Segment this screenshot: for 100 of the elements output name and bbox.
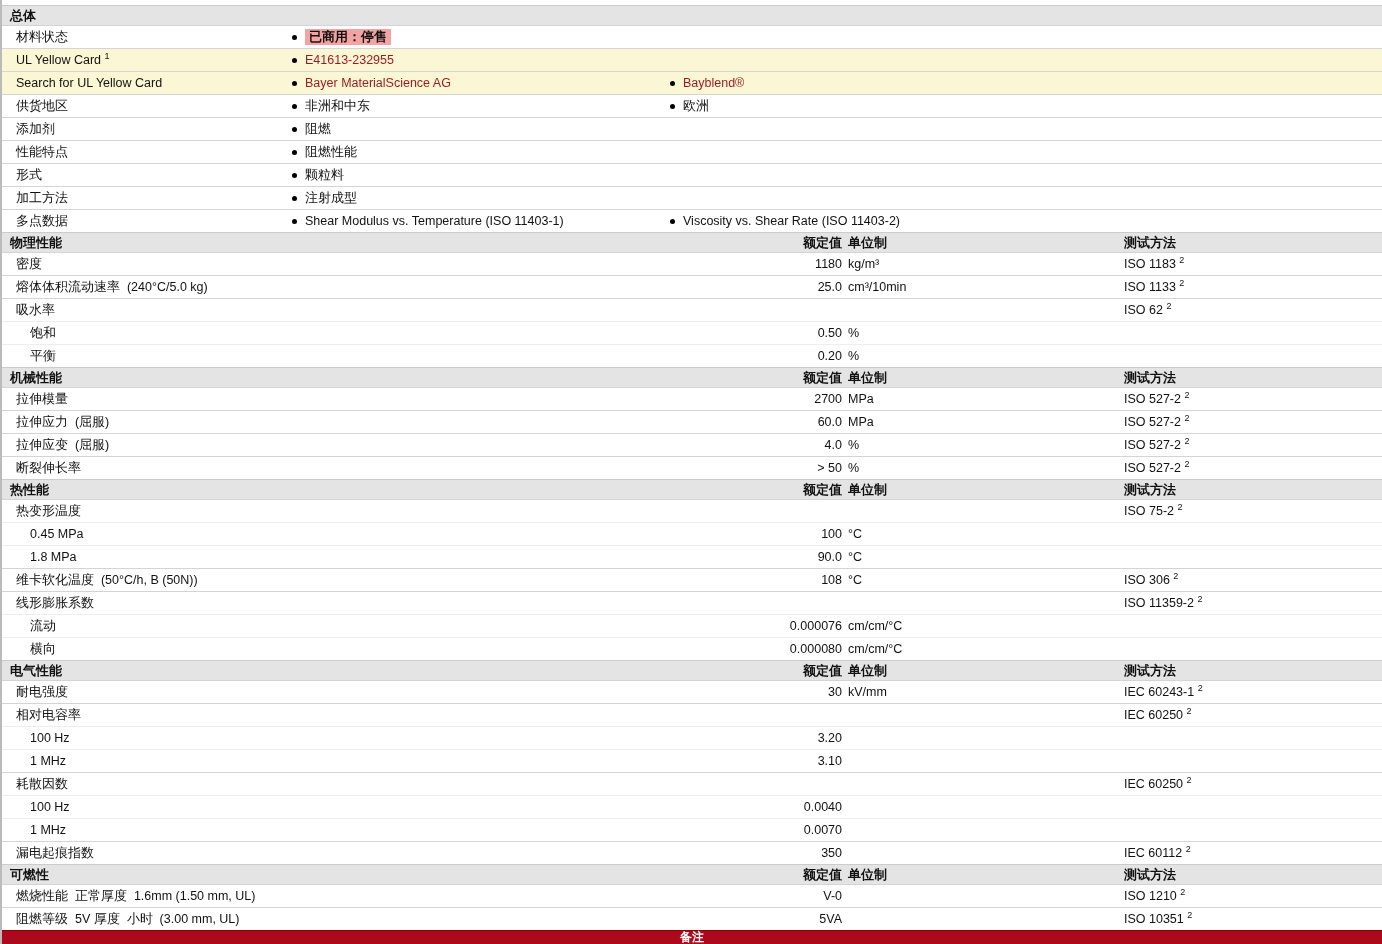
- property-label: 横向: [30, 642, 56, 656]
- test-method: ISO 1133 $^{2}$: [1124, 280, 1185, 294]
- property-label: 多点数据: [16, 214, 68, 228]
- status-tag: 已商用：停售: [305, 29, 391, 45]
- section-title: 电气性能: [10, 664, 62, 678]
- unit-cell: cm/cm/°C: [848, 642, 903, 656]
- value-cell: 100: [821, 527, 842, 541]
- test-method: IEC 60250 $^{2}$: [1124, 708, 1192, 722]
- value-cell: 2700: [814, 392, 842, 406]
- property-label: 1 MHz: [30, 823, 67, 837]
- column-header: 额定值: [803, 483, 842, 497]
- section-title: 可燃性: [10, 868, 49, 882]
- unit-cell: %: [848, 349, 860, 363]
- property-label: 密度: [16, 257, 42, 271]
- value-cell: 3.20: [817, 731, 842, 745]
- unit-cell: °C: [848, 573, 863, 587]
- unit-cell: MPa: [848, 392, 874, 406]
- bullet-icon: [670, 103, 675, 109]
- bullet-icon: [292, 57, 297, 63]
- property-value: 非洲和中东: [305, 98, 370, 115]
- bullet-icon: [292, 149, 297, 155]
- bullet-icon: [292, 218, 297, 224]
- column-header: 测试方法: [1124, 868, 1176, 882]
- property-label: 流动: [30, 619, 56, 633]
- column-header: 单位制: [848, 371, 887, 385]
- property-label: 供货地区: [16, 99, 68, 113]
- bullet-icon: [292, 126, 297, 132]
- value-cell: 350: [821, 846, 842, 860]
- property-label: 性能特点: [16, 145, 68, 159]
- value-cell: 30: [828, 685, 842, 699]
- test-method: ISO 527-2 $^{2}$: [1124, 461, 1190, 475]
- property-label: 平衡: [30, 349, 56, 363]
- property-value: 注射成型: [305, 190, 357, 207]
- unit-cell: kg/m³: [848, 257, 880, 271]
- test-method: ISO 527-2 $^{2}$: [1124, 415, 1190, 429]
- property-value: Shear Modulus vs. Temperature (ISO 11403-1): [305, 213, 564, 230]
- column-header: 测试方法: [1124, 236, 1176, 250]
- unit-cell: °C: [848, 550, 863, 564]
- bullet-icon: [292, 172, 297, 178]
- property-label: UL Yellow Card $^{1}$: [16, 53, 110, 67]
- property-label: 吸水率: [16, 303, 55, 317]
- property-label: 耐电强度: [16, 685, 68, 699]
- property-label: 饱和: [30, 326, 56, 340]
- test-method: ISO 527-2 $^{2}$: [1124, 438, 1190, 452]
- property-label: 1 MHz: [30, 754, 67, 768]
- value-cell: 0.0070: [803, 823, 842, 837]
- section-title: 总体: [10, 9, 36, 23]
- value-cell: 0.000080: [789, 642, 842, 656]
- property-label: 拉伸应变 (屈服): [16, 438, 110, 452]
- unit-cell: cm/cm/°C: [848, 619, 903, 633]
- column-header: 单位制: [848, 236, 887, 250]
- column-header: 额定值: [803, 236, 842, 250]
- unit-cell: %: [848, 438, 860, 452]
- footer-bar: 备注: [2, 930, 1382, 944]
- test-method: ISO 306 $^{2}$: [1124, 573, 1179, 587]
- value-cell: 5VA: [819, 912, 842, 926]
- property-label: 材料状态: [16, 30, 68, 44]
- test-method: ISO 75-2 $^{2}$: [1124, 504, 1183, 518]
- bullet-icon: [292, 80, 297, 86]
- column-header: 测试方法: [1124, 483, 1176, 497]
- bullet-icon: [670, 218, 675, 224]
- column-header: 测试方法: [1124, 371, 1176, 385]
- unit-cell: %: [848, 326, 860, 340]
- property-label: 阻燃等级 5V 厚度 小时 (3.00 mm, UL): [16, 912, 240, 926]
- property-label: 添加剂: [16, 122, 55, 136]
- value-cell: 0.50: [817, 326, 842, 340]
- bullet-icon: [292, 195, 297, 201]
- column-header: 额定值: [803, 664, 842, 678]
- property-value: 欧洲: [683, 98, 709, 115]
- column-header: 单位制: [848, 664, 887, 678]
- section-title: 机械性能: [10, 371, 62, 385]
- value-cell: 1180: [815, 257, 842, 271]
- unit-cell: kV/mm: [848, 685, 887, 699]
- property-label: 100 Hz: [30, 731, 70, 745]
- property-label: 100 Hz: [30, 800, 70, 814]
- test-method: ISO 10351 $^{2}$: [1124, 912, 1193, 926]
- section-title: 物理性能: [10, 236, 62, 250]
- test-method: IEC 60250 $^{2}$: [1124, 777, 1192, 791]
- value-cell: 4.0: [824, 438, 842, 452]
- property-value: 阻燃: [305, 121, 331, 138]
- property-label: 耗散因数: [16, 777, 68, 791]
- value-cell: 0.0040: [803, 800, 842, 814]
- test-method: ISO 11359-2 $^{2}$: [1124, 596, 1203, 610]
- column-header: 测试方法: [1124, 664, 1176, 678]
- property-label: 断裂伸长率: [16, 461, 81, 475]
- bullet-icon: [292, 34, 297, 40]
- unit-cell: MPa: [848, 415, 874, 429]
- value-cell: 0.000076: [789, 619, 842, 633]
- value-link[interactable]: Bayblend®: [683, 72, 745, 94]
- value-cell: 3.10: [817, 754, 842, 768]
- value-link[interactable]: Bayer MaterialScience AG: [305, 72, 451, 94]
- section-title: 热性能: [10, 483, 49, 497]
- test-method: ISO 62 $^{2}$: [1124, 303, 1172, 317]
- value-cell: 108: [821, 573, 842, 587]
- test-method: ISO 527-2 $^{2}$: [1124, 392, 1190, 406]
- property-label: Search for UL Yellow Card: [16, 76, 163, 90]
- value-link[interactable]: E41613-232955: [305, 49, 394, 71]
- value-cell: > 50: [817, 461, 842, 475]
- test-method: IEC 60112 $^{2}$: [1124, 846, 1191, 860]
- property-label: 热变形温度: [16, 504, 81, 518]
